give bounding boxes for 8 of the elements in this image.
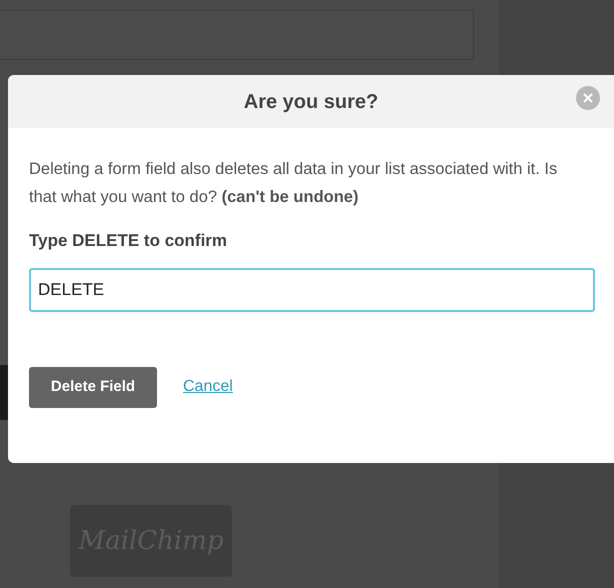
warning-message: Deleting a form field also deletes all data in your list associated with it. Is that what you want to do? (can't be undone)	[29, 159, 558, 208]
confirm-label: Type DELETE to confirm	[29, 230, 228, 252]
dialog-title: Are you sure?	[244, 90, 378, 114]
delete-field-button[interactable]: Delete Field	[29, 366, 157, 408]
confirm-input[interactable]: DELETE	[29, 268, 595, 312]
close-icon	[583, 93, 593, 103]
cancel-link[interactable]: Cancel	[183, 375, 233, 399]
close-button[interactable]	[576, 86, 600, 110]
